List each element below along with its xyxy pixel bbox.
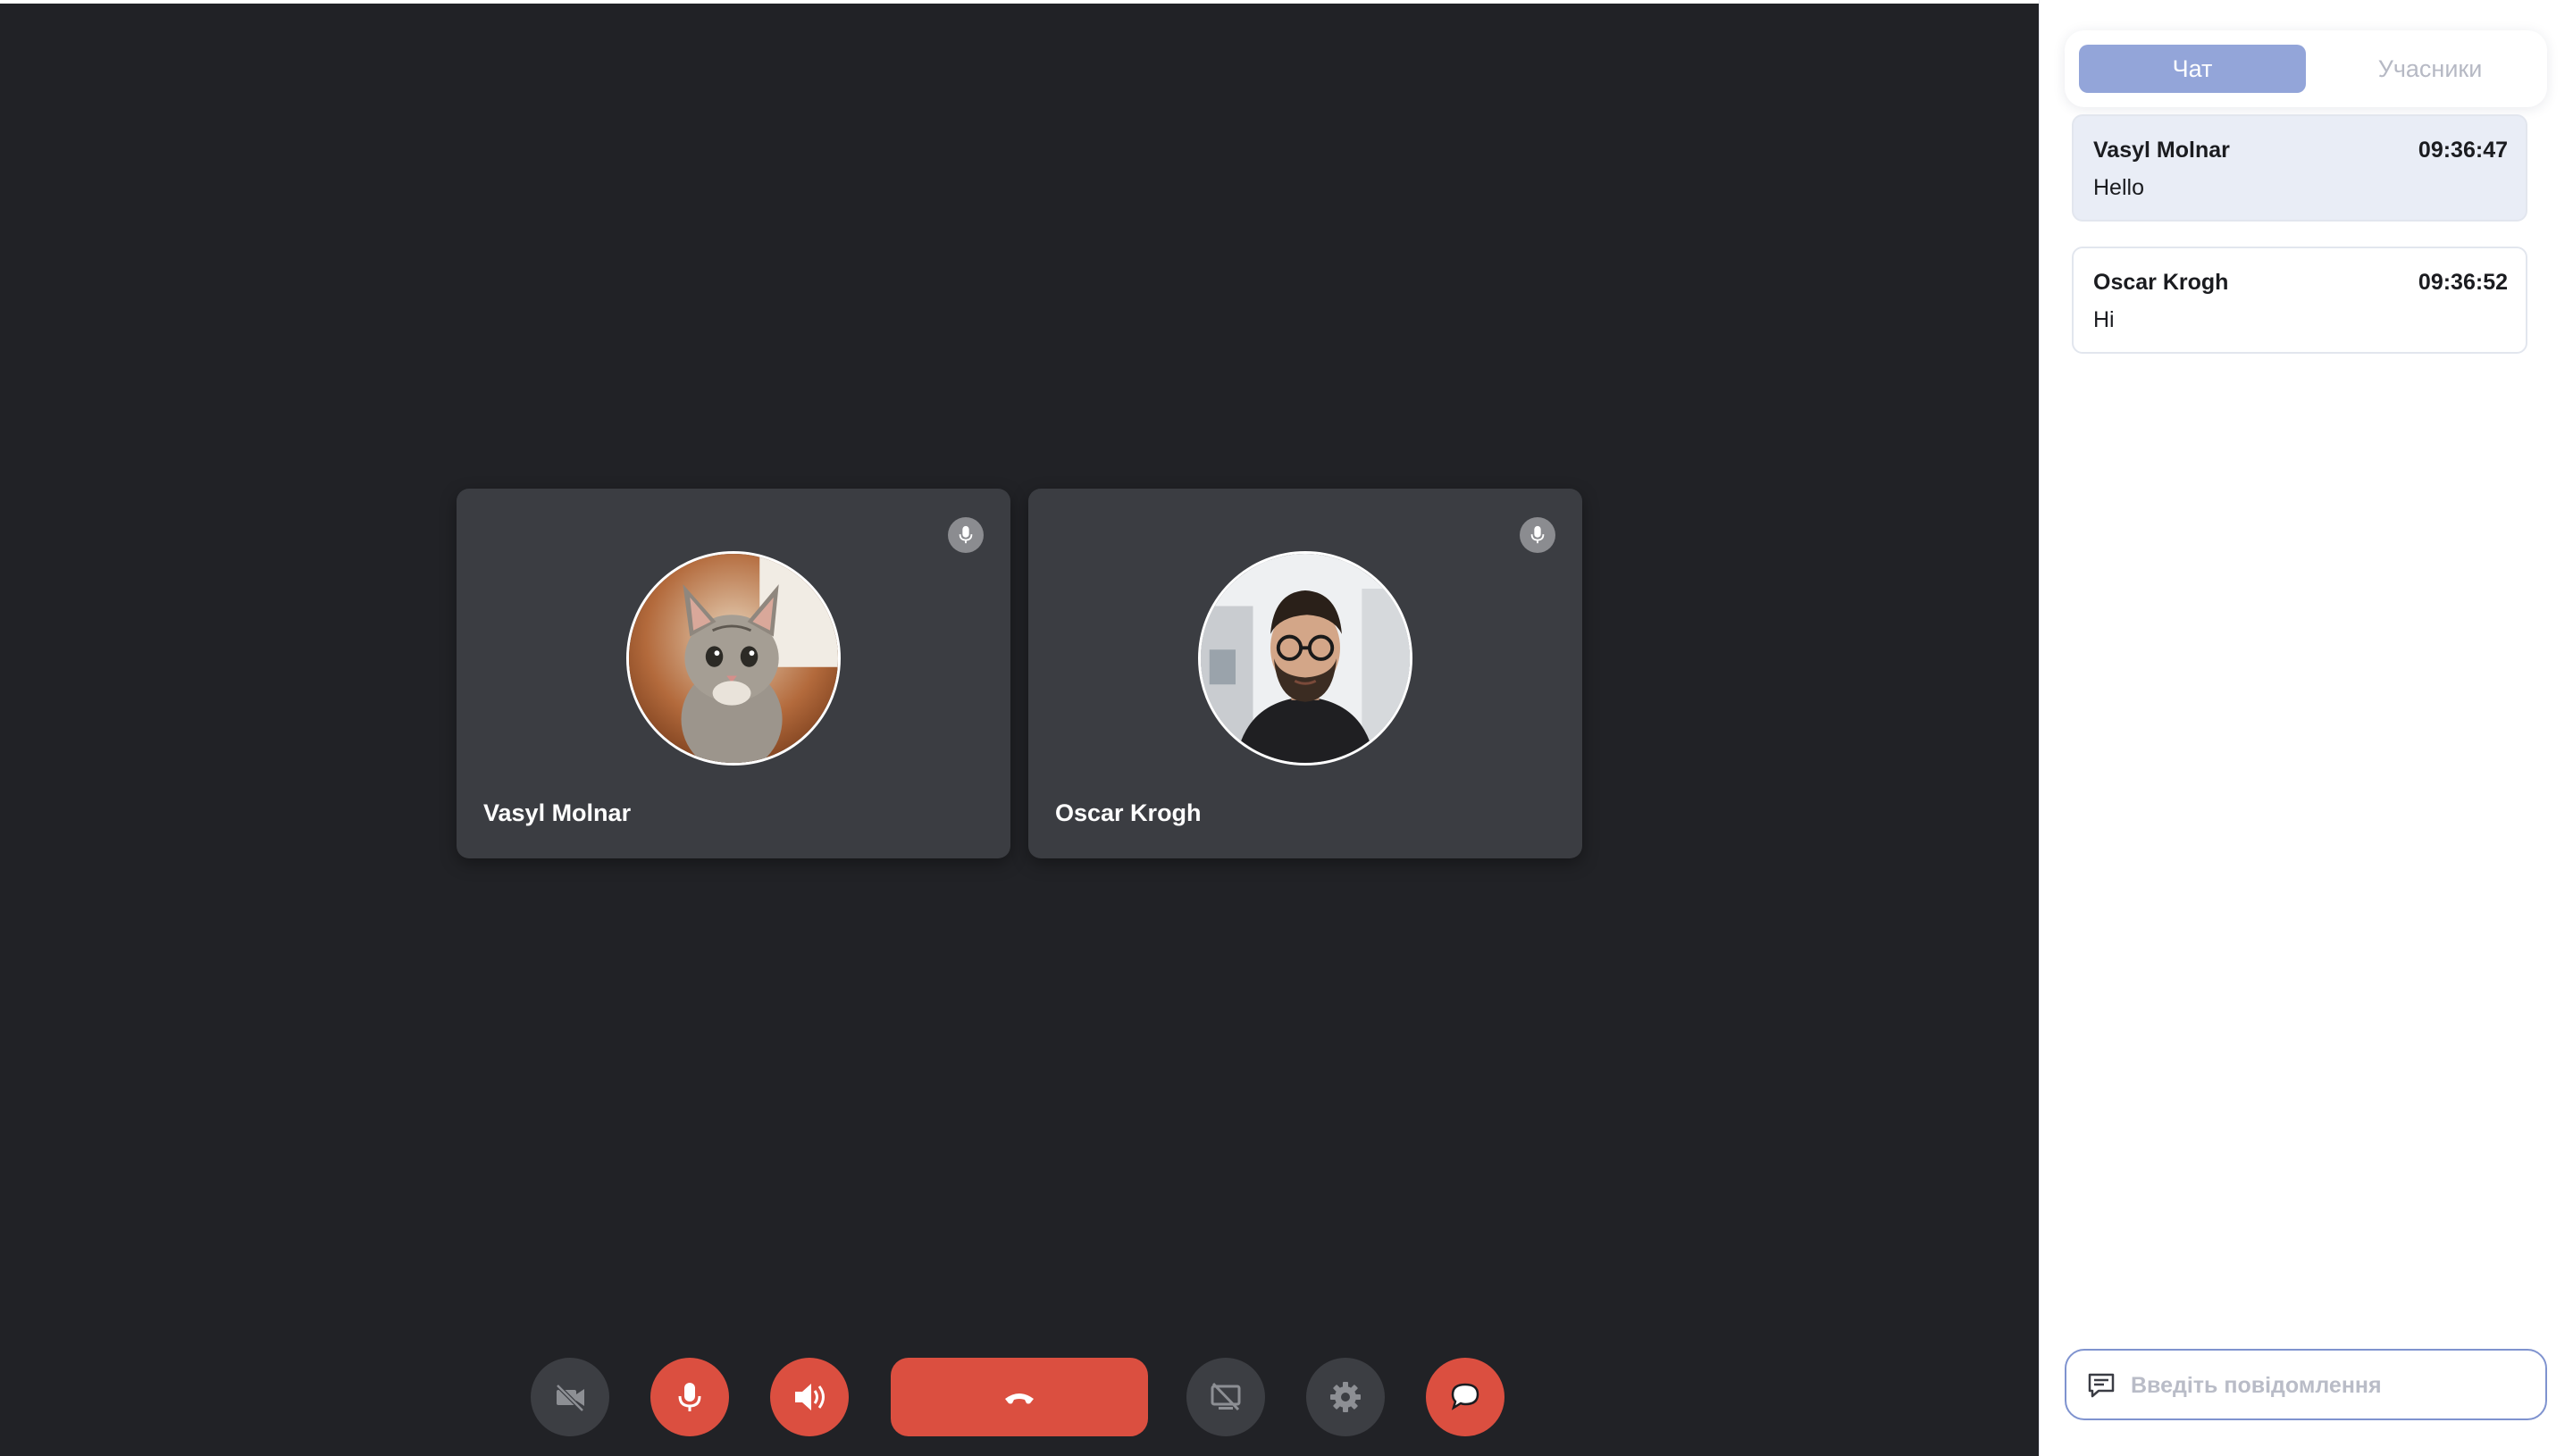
tab-participants[interactable]: Учасники	[2317, 45, 2544, 93]
message-composer	[2065, 1349, 2547, 1420]
phone-hangup-icon	[1005, 1393, 1034, 1404]
toggle-speaker-button[interactable]	[770, 1358, 849, 1436]
sidebar-tabs: Чат Учасники	[2065, 30, 2547, 107]
speaker-icon	[795, 1384, 825, 1410]
toggle-mic-button[interactable]	[650, 1358, 729, 1436]
screen-share-button[interactable]	[1186, 1358, 1265, 1436]
settings-button[interactable]	[1306, 1358, 1385, 1436]
chat-message: Oscar Krogh 09:36:52 Hi	[2072, 247, 2527, 354]
message-text: Hi	[2093, 307, 2115, 332]
message-time: 09:36:47	[2418, 138, 2508, 163]
message-text: Hello	[2093, 175, 2144, 200]
call-controls	[0, 1358, 2039, 1438]
screen-share-off-icon	[1211, 1382, 1241, 1411]
message-time: 09:36:52	[2418, 270, 2508, 295]
message-input[interactable]	[2131, 1361, 2533, 1410]
message-icon	[2088, 1373, 2115, 1398]
microphone-icon	[678, 1383, 701, 1411]
message-author: Oscar Krogh	[2093, 270, 2229, 295]
video-call-app: Vasyl Molnar Oscar Krogh Чат Учасники Va…	[0, 0, 2573, 1456]
gear-icon	[1330, 1382, 1361, 1412]
toggle-camera-button[interactable]	[531, 1358, 609, 1436]
participant-name: Oscar Krogh	[1055, 799, 1202, 826]
video-off-icon	[556, 1384, 584, 1412]
video-stage: Vasyl Molnar Oscar Krogh	[0, 4, 2039, 1456]
toggle-chat-button[interactable]	[1426, 1358, 1504, 1436]
chat-message: Vasyl Molnar 09:36:47 Hello	[2072, 114, 2527, 222]
participant-tile: Oscar Krogh	[1028, 489, 1582, 858]
participant-name: Vasyl Molnar	[483, 799, 632, 826]
microphone-icon	[948, 517, 984, 553]
chat-bubble-icon	[1451, 1383, 1479, 1410]
message-author: Vasyl Molnar	[2093, 138, 2230, 163]
tab-chat[interactable]: Чат	[2079, 45, 2306, 93]
chat-sidebar: Чат Учасники Vasyl Molnar 09:36:47 Hello…	[2039, 0, 2573, 1456]
microphone-icon	[1520, 517, 1555, 553]
end-call-button[interactable]	[891, 1358, 1148, 1436]
participant-tile: Vasyl Molnar	[457, 489, 1010, 858]
man-photo-avatar	[1198, 551, 1412, 766]
cat-photo-avatar	[626, 551, 841, 766]
